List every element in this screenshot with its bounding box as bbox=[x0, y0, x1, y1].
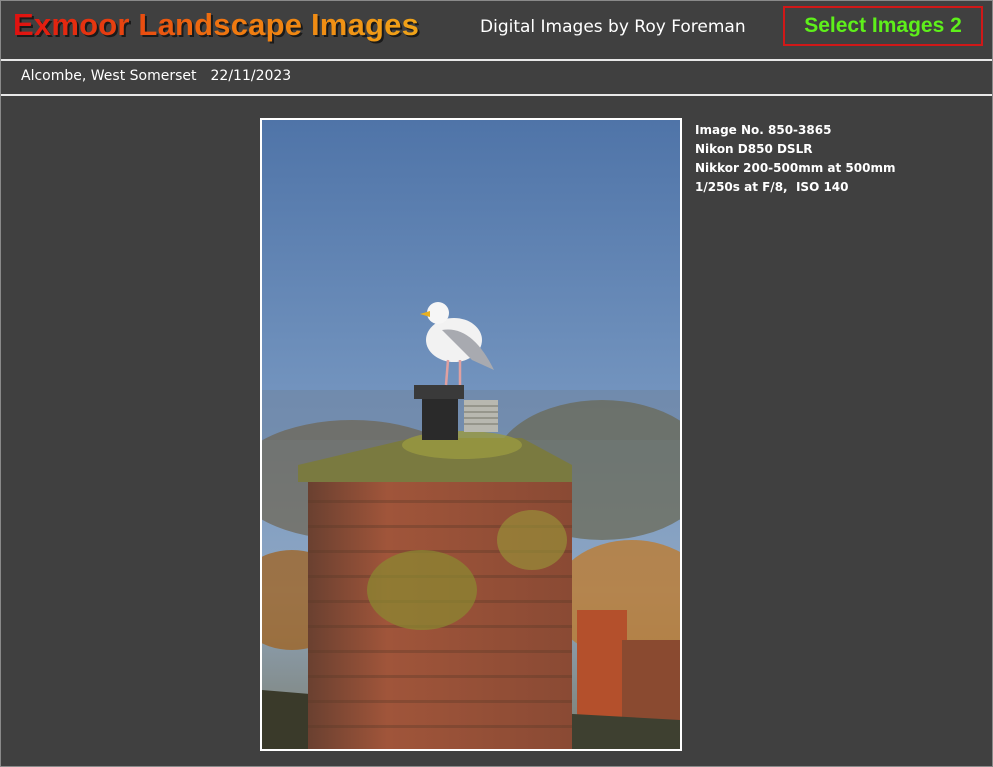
header-divider bbox=[1, 59, 992, 61]
site-title[interactable]: Exmoor Landscape Images bbox=[13, 7, 419, 43]
photo-illustration bbox=[262, 120, 680, 749]
exposure-info: 1/250s at F/8, ISO 140 bbox=[695, 180, 849, 194]
location-divider bbox=[1, 94, 992, 96]
lens-info: Nikkor 200-500mm at 500mm bbox=[695, 161, 896, 175]
header: Exmoor Landscape Images Exmoor Landscape… bbox=[1, 1, 992, 58]
camera-model: Nikon D850 DSLR bbox=[695, 142, 813, 156]
site-subtitle: Digital Images by Roy Foreman bbox=[480, 17, 746, 37]
location-bar: Alcombe, West Somerset 22/11/2023 bbox=[21, 68, 291, 84]
location-place: Alcombe, West Somerset bbox=[21, 68, 197, 84]
image-number: Image No. 850-3865 bbox=[695, 123, 832, 137]
location-date: 22/11/2023 bbox=[210, 68, 292, 84]
main-photo[interactable] bbox=[260, 118, 682, 751]
image-info: Image No. 850-3865 Nikon D850 DSLR Nikko… bbox=[695, 121, 895, 197]
select-images-button[interactable]: Select Images 2 bbox=[783, 6, 983, 46]
